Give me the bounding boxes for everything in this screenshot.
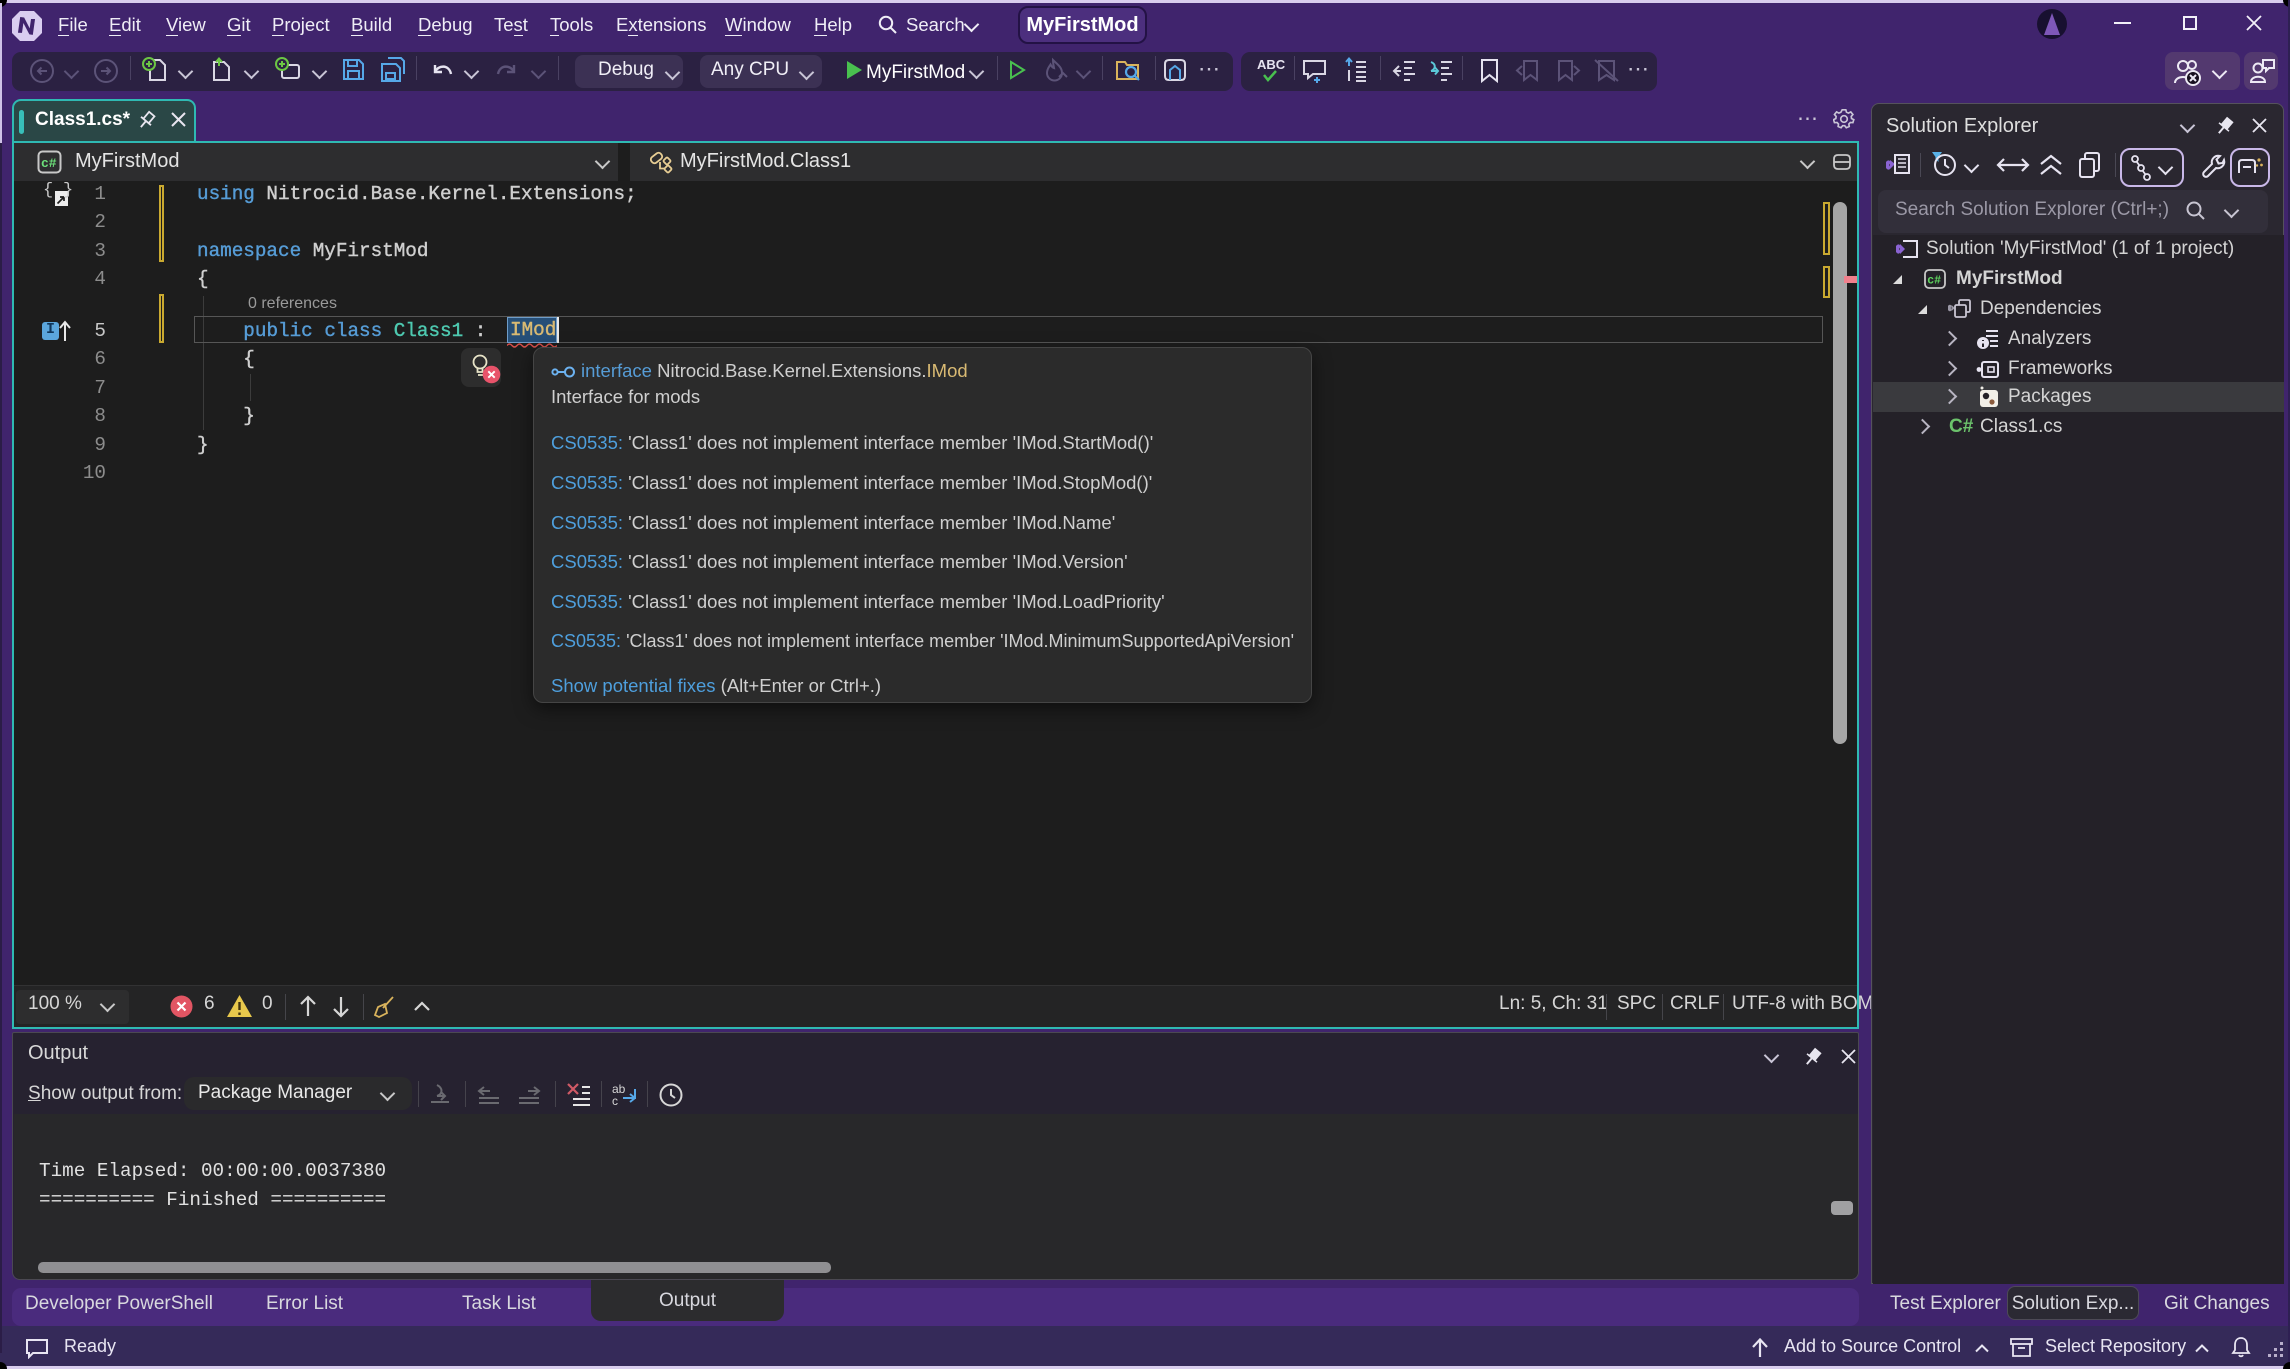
svg-text:c#: c# [1927,275,1941,288]
svg-text:c#: c# [41,156,57,171]
svg-text:c: c [612,1094,618,1108]
svg-text:ABC: ABC [1257,57,1285,72]
